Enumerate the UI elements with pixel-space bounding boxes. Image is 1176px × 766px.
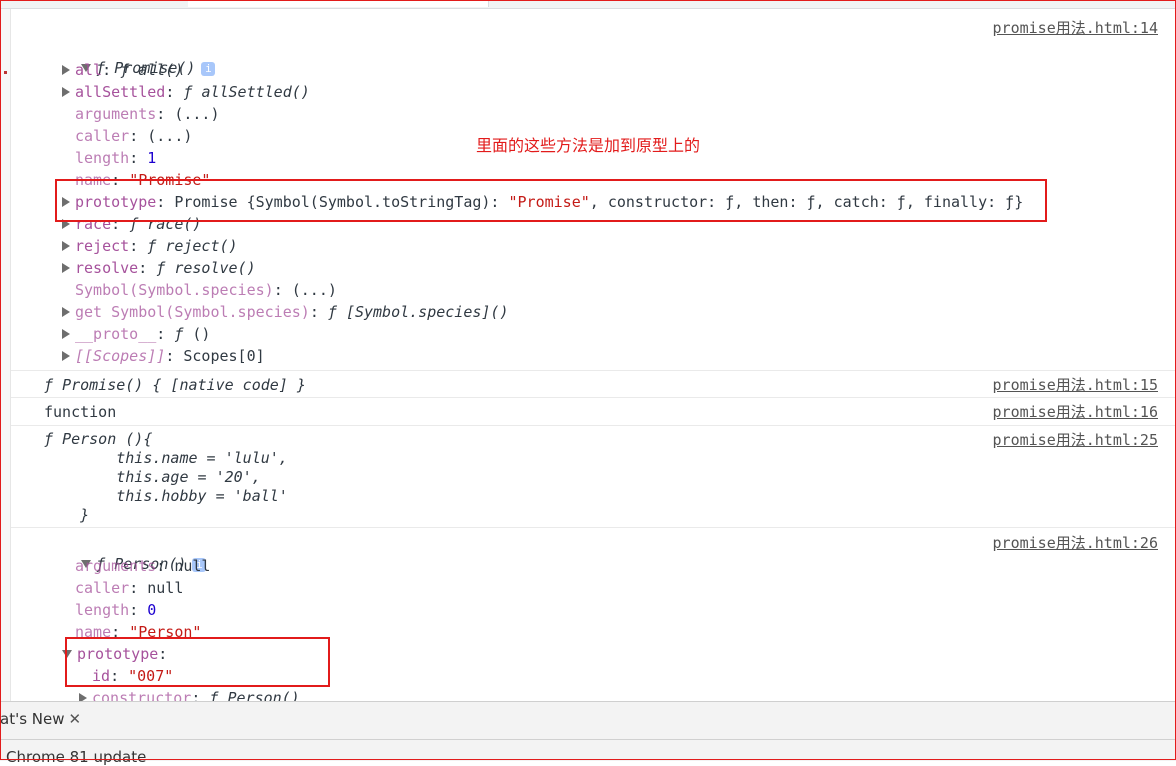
code-line: this.age = '20', xyxy=(44,468,261,486)
prop-key: arguments xyxy=(75,105,157,123)
console-message: ƒ Promise() { [native code] } xyxy=(44,376,306,394)
expand-arrow-icon[interactable] xyxy=(62,329,70,339)
prop-value: () xyxy=(192,325,211,343)
prop-key: Symbol(Symbol.species) xyxy=(75,281,274,299)
prop-length: length: 1 xyxy=(75,149,157,167)
prop-length: length: 0 xyxy=(75,601,157,619)
expand-arrow-icon[interactable] xyxy=(62,87,70,97)
console-panel: promise用法.html:14 ƒ Promise() i all: ƒ al… xyxy=(11,9,1176,701)
prop-key: reject xyxy=(75,237,130,255)
message-text: Promise() { [native code] } xyxy=(62,376,306,394)
prop-key: get Symbol(Symbol.species) xyxy=(75,303,310,321)
browser-tab-strip xyxy=(0,0,1176,9)
prop-resolve[interactable]: resolve: ƒ resolve() xyxy=(62,258,256,278)
prop-reject[interactable]: reject: ƒ reject() xyxy=(62,236,238,256)
annotation-text: 里面的这些方法是加到原型上的 xyxy=(476,136,701,155)
prop-value: resolve() xyxy=(174,259,256,277)
gutter-marker xyxy=(4,71,7,74)
prop-value: allSettled() xyxy=(201,83,310,101)
prop-key: caller xyxy=(75,579,130,597)
prop-arguments: arguments: null xyxy=(75,557,211,575)
source-link[interactable]: promise用法.html:15 xyxy=(993,375,1158,395)
prop-value[interactable]: (...) xyxy=(292,281,337,299)
prop-caller[interactable]: caller: (...) xyxy=(75,126,192,146)
message-divider xyxy=(11,370,1176,371)
expand-arrow-icon[interactable] xyxy=(62,307,70,317)
tab-fragment[interactable] xyxy=(188,0,489,7)
source-link[interactable]: promise用法.html:16 xyxy=(993,402,1158,422)
source-link[interactable]: promise用法.html:26 xyxy=(993,533,1158,553)
prop-symbol-species[interactable]: Symbol(Symbol.species): (...) xyxy=(75,280,337,300)
info-icon[interactable]: i xyxy=(201,62,216,76)
code-line: Person (){ xyxy=(62,430,153,448)
message-divider xyxy=(11,527,1176,528)
prop-all[interactable]: all: ƒ all() xyxy=(62,60,183,80)
prop-key: length xyxy=(75,149,130,167)
drawer-tab-row: at's New ✕ xyxy=(0,702,1176,740)
prop-key: resolve xyxy=(75,259,139,277)
prop-value: [Symbol.species]() xyxy=(345,303,509,321)
prop-value: all() xyxy=(138,61,184,79)
prop-key: constructor xyxy=(92,689,192,701)
prop-value[interactable]: (...) xyxy=(147,127,192,145)
prop-key: all xyxy=(75,61,103,79)
prop-value[interactable]: (...) xyxy=(174,105,219,123)
prop-get-symbol-species[interactable]: get Symbol(Symbol.species): ƒ [Symbol.sp… xyxy=(62,302,509,322)
function-source: ƒ Person (){ xyxy=(44,430,153,448)
expand-arrow-icon[interactable] xyxy=(62,65,70,75)
prop-value: null xyxy=(174,557,211,575)
console-message: function xyxy=(44,403,117,421)
message-divider xyxy=(11,425,1176,426)
highlight-box-prototype xyxy=(55,179,1047,222)
code-line: this.hobby = 'ball' xyxy=(44,487,288,505)
tab-label: at's New xyxy=(0,710,65,728)
code-line: } xyxy=(44,506,90,524)
prop-constructor[interactable]: constructor: ƒ Person() xyxy=(79,688,300,701)
prop-value: Person() xyxy=(227,689,300,701)
console-gutter xyxy=(0,9,11,701)
expand-arrow-icon[interactable] xyxy=(62,351,70,361)
prop-key: [[Scopes]] xyxy=(75,347,166,365)
prop-value: reject() xyxy=(165,237,238,255)
highlight-box-person-prototype xyxy=(65,637,330,687)
prop-value: 0 xyxy=(147,601,157,619)
source-link[interactable]: promise用法.html:14 xyxy=(993,18,1158,38)
message-divider xyxy=(11,397,1176,398)
prop-value: 1 xyxy=(147,149,157,167)
prop-key: caller xyxy=(75,127,130,145)
expand-arrow-icon[interactable] xyxy=(79,693,87,701)
prop-caller: caller: null xyxy=(75,579,184,597)
prop-key: arguments xyxy=(75,557,157,575)
expand-arrow-icon[interactable] xyxy=(62,263,70,273)
source-link[interactable]: promise用法.html:25 xyxy=(993,430,1158,450)
prop-value: Scopes[0] xyxy=(183,347,265,365)
drawer-content: Chrome 81 update xyxy=(6,748,147,766)
code-line: this.name = 'lulu', xyxy=(44,449,288,467)
close-icon[interactable]: ✕ xyxy=(69,710,82,728)
prop-key: __proto__ xyxy=(75,325,157,343)
prop-allsettled[interactable]: allSettled: ƒ allSettled() xyxy=(62,82,310,102)
tab-whats-new[interactable]: at's New ✕ xyxy=(0,710,81,728)
prop-scopes[interactable]: [[Scopes]]: Scopes[0] xyxy=(62,346,265,366)
prop-arguments[interactable]: arguments: (...) xyxy=(75,104,220,124)
devtools-drawer: at's New ✕ Chrome 81 update xyxy=(0,701,1176,766)
expand-arrow-icon[interactable] xyxy=(62,241,70,251)
prop-key: allSettled xyxy=(75,83,166,101)
prop-key: length xyxy=(75,601,130,619)
prop-value: null xyxy=(147,579,184,597)
prop-proto[interactable]: __proto__: ƒ () xyxy=(62,324,210,344)
